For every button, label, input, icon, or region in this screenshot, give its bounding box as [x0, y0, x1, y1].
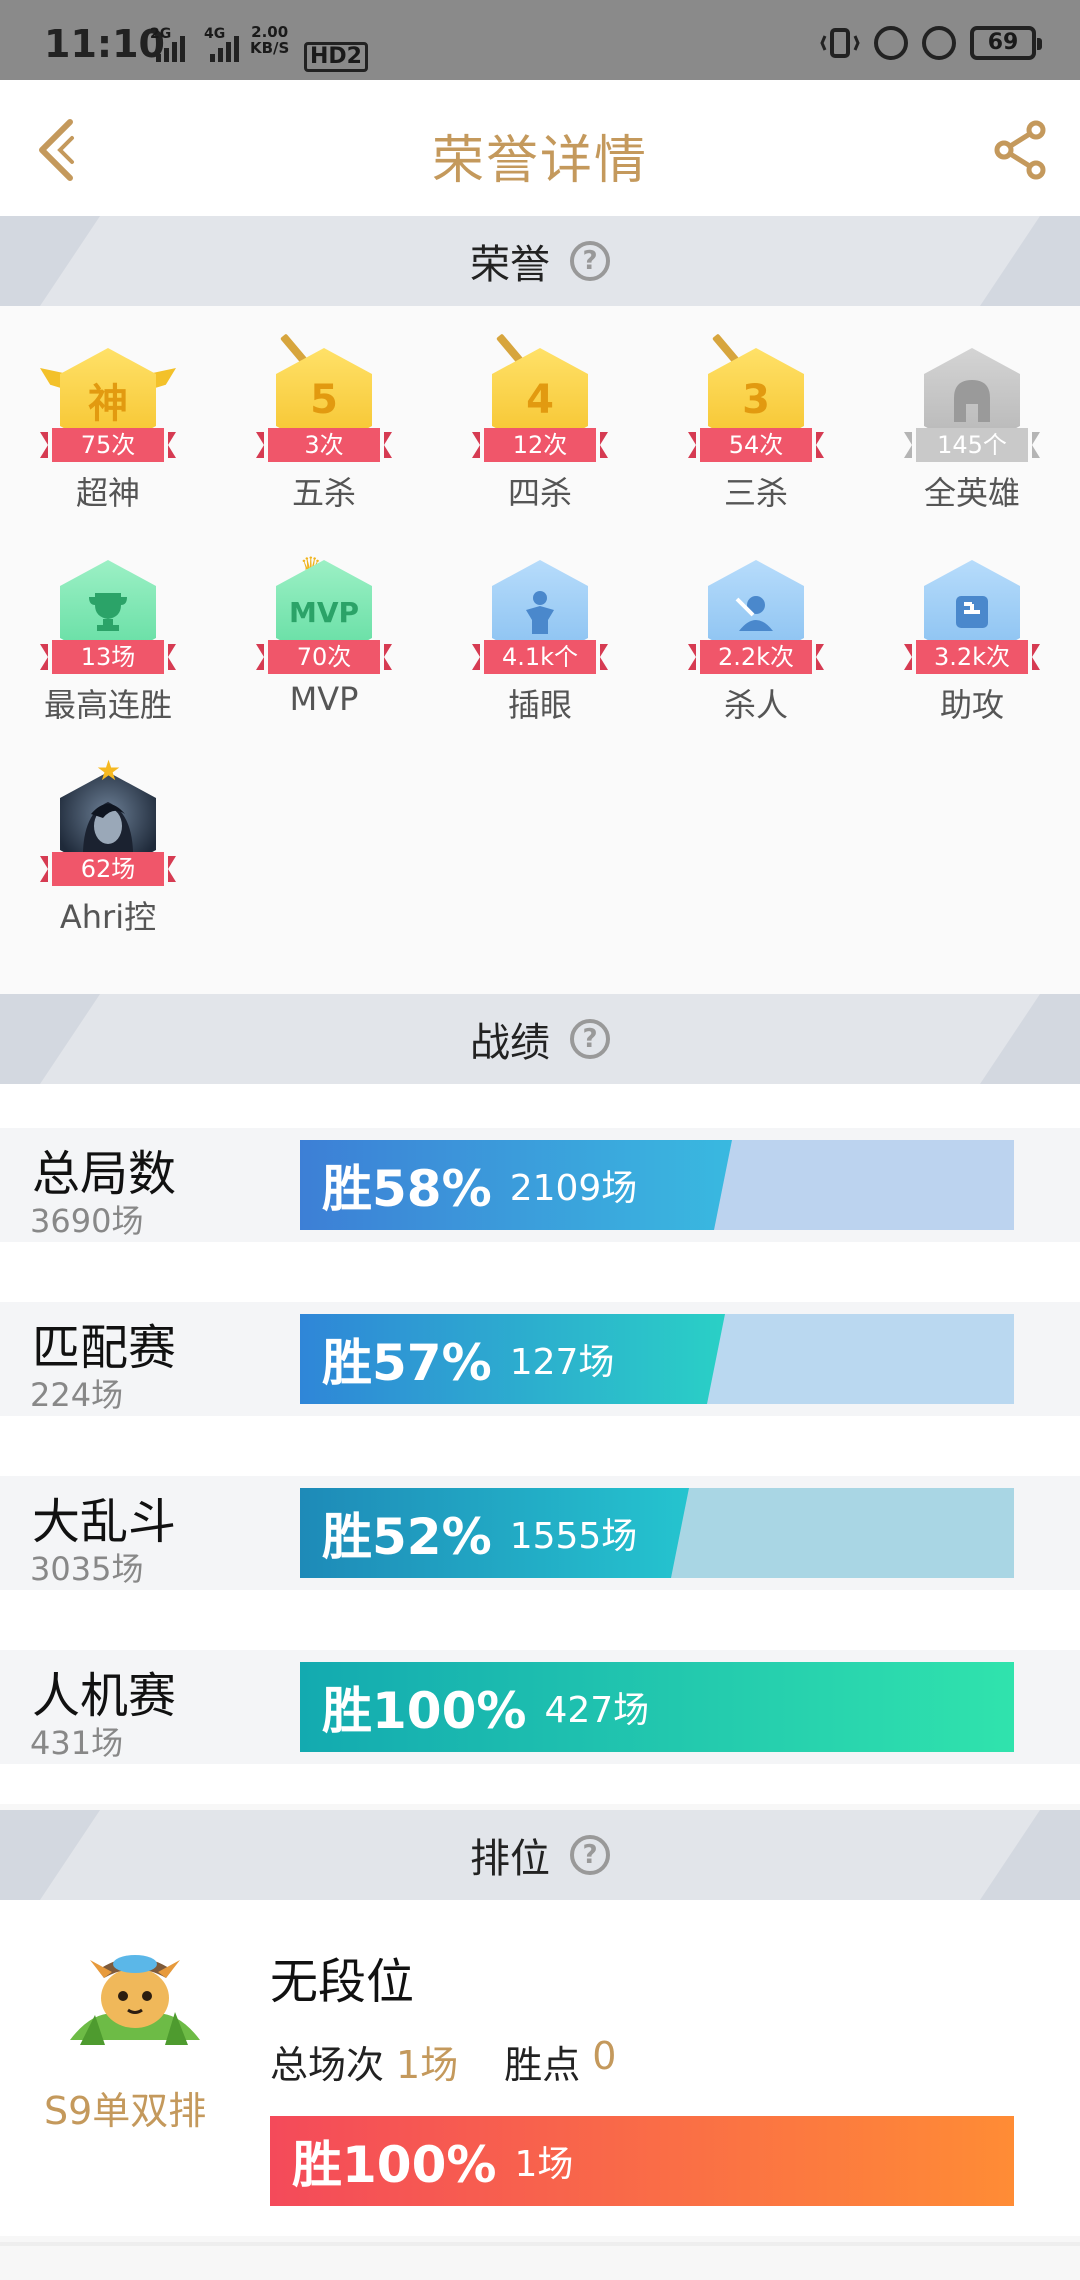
status-bar: 11:10 2G 4G 2.00 KB/S HD2 69	[0, 0, 1080, 80]
rank-lp-value: 0	[592, 2034, 617, 2078]
honor-count: 2.2k次	[688, 640, 824, 674]
honor-label: 超神	[75, 474, 140, 512]
record-row-normal[interactable]: 匹配赛 224场 胜57% 127场	[0, 1302, 1080, 1416]
honor-label: 五杀	[291, 474, 356, 512]
honor-label: 全英雄	[923, 474, 1020, 512]
honor-item-win-streak[interactable]: 13场 最高连胜	[0, 542, 216, 742]
rank-games-label: 总场次	[270, 2043, 385, 2087]
section-title: 战绩	[470, 1020, 550, 1066]
record-row-total[interactable]: 总局数 3690场 胜58% 2109场	[0, 1128, 1080, 1242]
record-row-bot[interactable]: 人机赛 431场 胜100% 427场	[0, 1650, 1080, 1764]
page-title: 荣誉详情	[431, 131, 648, 191]
win-games: 1场	[514, 2144, 574, 2185]
honor-item-kills[interactable]: 2.2k次 杀人	[648, 542, 864, 742]
rank-card[interactable]: S9单双排 无段位 总场次 1场 胜点 0 胜100% 1场	[0, 1900, 1080, 2236]
win-games: 1555场	[509, 1516, 638, 1557]
honor-count: 4.1k个	[472, 640, 608, 674]
honor-item-legendary[interactable]: 神 75次 超神	[0, 330, 216, 530]
honor-count: 75次	[40, 428, 176, 462]
record-row-aram[interactable]: 大乱斗 3035场 胜52% 1555场	[0, 1476, 1080, 1590]
help-icon[interactable]: ?	[570, 1019, 610, 1059]
unranked-emblem-icon	[70, 1955, 200, 2045]
record-total: 224场	[30, 1376, 124, 1414]
rank-season: S9单双排	[44, 2089, 207, 2133]
win-games: 2109场	[509, 1168, 638, 1209]
honor-label: 插眼	[507, 686, 572, 724]
honor-count: 145个	[904, 428, 1040, 462]
win-rate-label: 胜100%	[322, 1682, 527, 1740]
honor-item-penta-kill[interactable]: 5 3次 五杀	[216, 330, 432, 530]
signal-icon: 4G	[204, 26, 244, 62]
rank-win-rate-bar: 胜100% 1场	[270, 2116, 1014, 2206]
alarm-icon	[922, 26, 956, 60]
battery-icon: 69	[970, 26, 1042, 60]
section-header-rank: 排位 ?	[0, 1810, 1080, 1900]
honor-count: 3.2k次	[904, 640, 1040, 674]
honor-item-assists[interactable]: 3.2k次 助攻	[864, 542, 1080, 742]
honor-count: 62场	[40, 852, 176, 886]
signal-icon: 2G	[150, 26, 190, 62]
network-speed: 2.00 KB/S	[250, 23, 290, 57]
honor-label: 助攻	[939, 686, 1004, 724]
app-header: 荣誉详情	[0, 80, 1080, 216]
win-rate-bar: 胜100% 427场	[300, 1662, 1014, 1752]
honor-label: 杀人	[723, 686, 788, 724]
help-icon[interactable]: ?	[570, 1835, 610, 1875]
win-rate-label: 胜57%	[322, 1334, 492, 1392]
honor-count: 3次	[256, 428, 392, 462]
honor-item-champion-mastery[interactable]: ★ 62场 Ahri控	[0, 754, 216, 954]
rank-tier: 无段位	[270, 1954, 415, 2010]
honor-item-ward[interactable]: 4.1k个 插眼	[432, 542, 648, 742]
win-rate-label: 胜58%	[322, 1160, 492, 1218]
record-total: 3035场	[30, 1550, 144, 1588]
rank-lp-label: 胜点	[504, 2043, 581, 2087]
honor-item-mvp[interactable]: ♛ MVP 70次 MVP	[216, 542, 432, 742]
share-icon[interactable]	[990, 120, 1050, 180]
record-name: 人机赛	[32, 1668, 177, 1724]
section-title: 排位	[470, 1836, 550, 1882]
divider	[0, 2242, 1080, 2246]
record-list: 总局数 3690场 胜58% 2109场 匹配赛 224场 胜57% 127场 …	[0, 1084, 1080, 1804]
win-rate-bar: 胜58% 2109场	[300, 1140, 1014, 1230]
record-total: 3690场	[30, 1202, 144, 1240]
honor-label: 三杀	[723, 474, 788, 512]
section-header-honor: 荣誉 ?	[0, 216, 1080, 306]
honor-label: Ahri控	[59, 898, 157, 936]
honor-item-quadra-kill[interactable]: 4 12次 四杀	[432, 330, 648, 530]
win-rate-label: 胜100%	[292, 2136, 497, 2194]
honor-label: MVP	[289, 680, 359, 718]
rank-stats: 总场次 1场 胜点 0	[270, 2034, 650, 2089]
win-games: 427场	[544, 1690, 650, 1731]
status-icons: 69	[820, 26, 1042, 60]
honor-label: 四杀	[507, 474, 572, 512]
record-name: 匹配赛	[32, 1320, 177, 1376]
section-header-record: 战绩 ?	[0, 994, 1080, 1084]
honor-label: 最高连胜	[43, 686, 172, 724]
win-games: 127场	[509, 1342, 615, 1383]
honor-item-triple-kill[interactable]: 3 54次 三杀	[648, 330, 864, 530]
status-time: 11:10	[44, 22, 165, 66]
record-total: 431场	[30, 1724, 124, 1762]
honor-count: 54次	[688, 428, 824, 462]
record-name: 总局数	[32, 1146, 177, 1202]
honor-count: 70次	[256, 640, 392, 674]
win-rate-label: 胜52%	[322, 1508, 492, 1566]
honor-item-all-heroes[interactable]: 145个 全英雄	[864, 330, 1080, 530]
honor-grid: 神 75次 超神 5 3次 五杀 4 12次 四杀 3 54次 三杀 145个 …	[0, 306, 1080, 996]
honor-count: 13场	[40, 640, 176, 674]
star-icon: ★	[96, 754, 122, 787]
lock-rotation-icon	[874, 26, 908, 60]
vibrate-icon	[820, 28, 860, 58]
help-icon[interactable]: ?	[570, 241, 610, 281]
section-title: 荣誉	[470, 242, 550, 288]
rank-games-value: 1场	[396, 2043, 459, 2087]
hd-voice-icon: HD2	[304, 42, 368, 72]
win-rate-bar: 胜57% 127场	[300, 1314, 1014, 1404]
honor-count: 12次	[472, 428, 608, 462]
record-name: 大乱斗	[32, 1494, 177, 1550]
signal-indicators: 2G 4G	[150, 26, 244, 62]
win-rate-bar: 胜52% 1555场	[300, 1488, 1014, 1578]
